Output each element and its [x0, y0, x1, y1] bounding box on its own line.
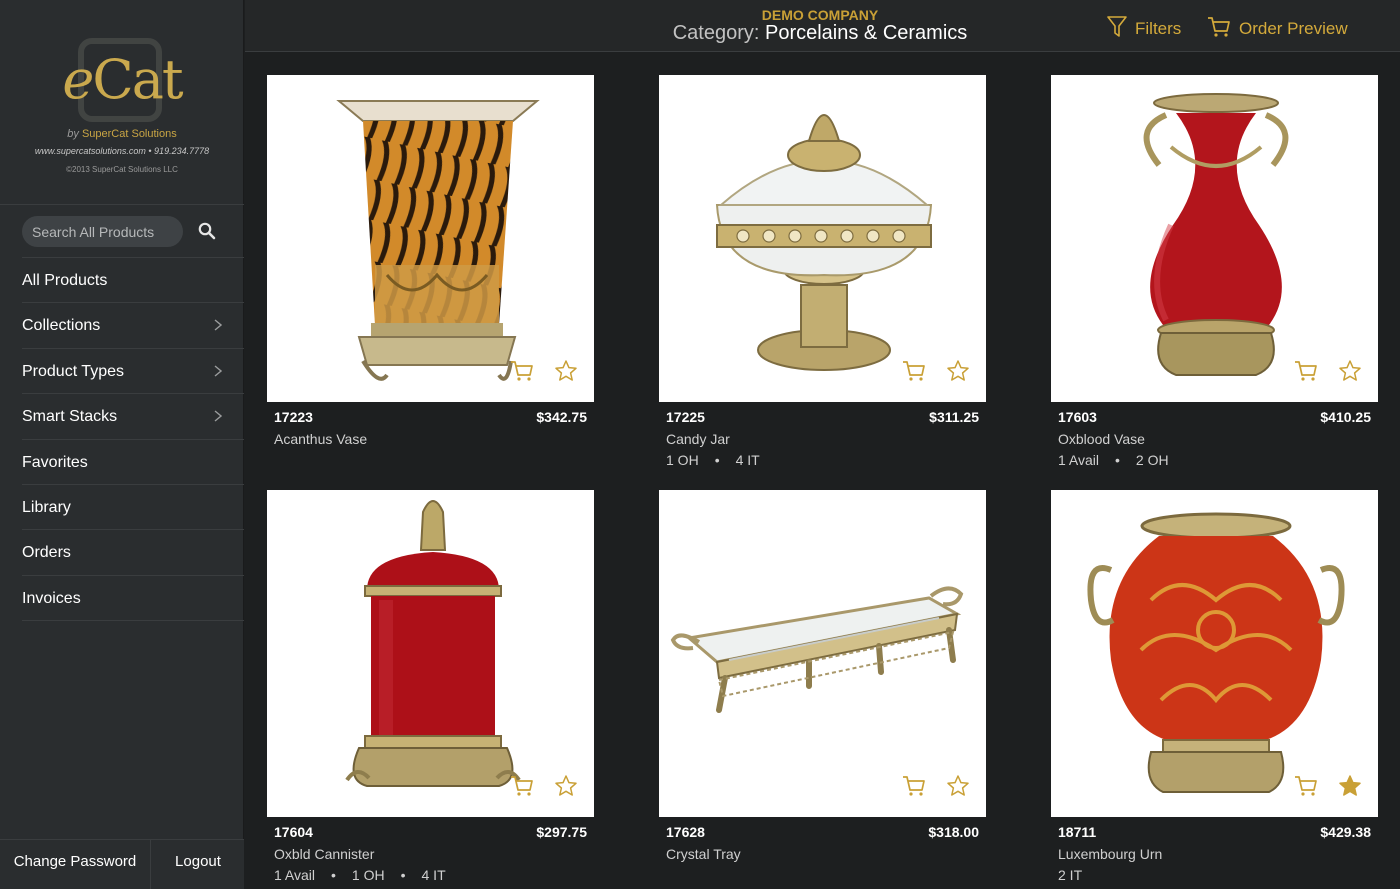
oxblood-vase-image: [1143, 93, 1289, 376]
sidebar-item-label: Orders: [22, 544, 71, 562]
candy-jar-image: [715, 114, 933, 371]
favorite-star-icon[interactable]: [1338, 359, 1362, 383]
top-header: DEMO COMPANY Category: Porcelains & Cera…: [245, 0, 1400, 52]
logo-copyright: ©2013 SuperCat Solutions LLC: [66, 165, 178, 174]
sidebar-nav: All Products Collections Product Types Smar…: [22, 258, 244, 622]
add-to-cart-icon[interactable]: [1294, 775, 1318, 797]
oxbld-cannister-image: [345, 500, 521, 787]
sidebar-item-orders[interactable]: Orders: [22, 530, 244, 576]
product-image[interactable]: [659, 75, 986, 402]
add-to-cart-icon[interactable]: [902, 360, 926, 382]
product-sku: 17603: [1058, 409, 1097, 425]
sidebar-item-invoices[interactable]: Invoices: [22, 576, 244, 622]
crystal-tray-image: [670, 586, 964, 713]
category-name: Porcelains & Ceramics: [764, 22, 968, 44]
product-image[interactable]: [267, 490, 594, 817]
sidebar: eCat by SuperCat Solutions www.supercats…: [0, 0, 244, 889]
sidebar-item-label: Collections: [22, 317, 101, 335]
availability: 1 OH • 4 IT: [666, 452, 760, 468]
logo-contact: www.supercatsolutions.com • 919.234.7778: [34, 146, 210, 156]
add-to-cart-icon[interactable]: [902, 775, 926, 797]
product-price: $342.75: [536, 409, 587, 425]
availability: 1 Avail • 1 OH • 4 IT: [274, 867, 446, 883]
sidebar-item-label: Product Types: [22, 362, 124, 380]
sidebar-item-library[interactable]: Library: [22, 485, 244, 531]
change-password-button[interactable]: Change Password: [0, 840, 151, 889]
logo-byline: by SuperCat Solutions: [67, 128, 177, 140]
product-name: Candy Jar: [666, 431, 730, 447]
product-sku: 17223: [274, 409, 313, 425]
favorite-star-icon[interactable]: [946, 359, 970, 383]
product-name: Acanthus Vase: [274, 431, 368, 447]
filters-button[interactable]: Filters: [1107, 16, 1181, 40]
ecat-app: eCat by SuperCat Solutions www.supercats…: [0, 0, 1400, 889]
favorite-star-icon[interactable]: [946, 774, 970, 798]
availability: 2 IT: [1058, 867, 1083, 883]
product-sku: 17604: [274, 824, 313, 840]
availability: 1 Avail • 2 OH: [1058, 452, 1169, 468]
favorite-star-icon[interactable]: [554, 774, 578, 798]
sidebar-item-product-types[interactable]: Product Types: [22, 349, 244, 395]
product-image[interactable]: [1051, 490, 1378, 817]
add-to-cart-icon[interactable]: [510, 775, 534, 797]
sidebar-item-favorites[interactable]: Favorites: [22, 440, 244, 485]
product-sku: 17225: [666, 409, 705, 425]
product-name: Oxblood Vase: [1058, 431, 1145, 447]
product-image[interactable]: [659, 490, 986, 817]
search-input[interactable]: Search All Products: [22, 216, 183, 247]
sidebar-item-label: All Products: [22, 272, 108, 289]
acanthus-vase-image: [336, 100, 540, 381]
chevron-right-icon: [214, 319, 222, 331]
cart-icon: [1208, 17, 1230, 37]
product-sku: 17628: [666, 824, 705, 840]
product-image[interactable]: [267, 75, 594, 402]
luxembourg-urn-image: [1087, 512, 1345, 793]
product-price: $311.25: [929, 409, 979, 425]
product-name: Oxbld Cannister: [274, 846, 375, 862]
product-image[interactable]: [1051, 75, 1378, 402]
chevron-right-icon: [214, 410, 222, 422]
logout-button[interactable]: Logout: [152, 840, 244, 889]
product-price: $297.75: [536, 824, 587, 840]
sidebar-item-label: Library: [22, 498, 71, 516]
order-preview-button[interactable]: Order Preview: [1207, 16, 1348, 40]
sidebar-item-label: Favorites: [22, 453, 88, 471]
add-to-cart-icon[interactable]: [1294, 360, 1318, 382]
filter-icon: [1107, 16, 1127, 37]
chevron-right-icon: [214, 365, 222, 377]
favorite-star-icon[interactable]: [554, 359, 578, 383]
add-to-cart-icon[interactable]: [510, 360, 534, 382]
sidebar-item-smart-stacks[interactable]: Smart Stacks: [22, 394, 244, 440]
account-bar: Change Password Logout: [0, 839, 244, 889]
logo-wordmark: eCat: [62, 48, 183, 111]
product-price: $318.00: [928, 824, 979, 840]
sidebar-item-label: Smart Stacks: [22, 408, 118, 426]
ecat-logo: eCat by SuperCat Solutions www.supercats…: [0, 0, 244, 205]
sidebar-item-collections[interactable]: Collections: [22, 303, 244, 349]
category-label: Category:: [672, 22, 760, 44]
sidebar-item-label: Invoices: [22, 589, 81, 607]
sidebar-item-all-products[interactable]: All Products: [22, 258, 244, 304]
product-price: $429.38: [1320, 824, 1371, 840]
product-name: Luxembourg Urn: [1058, 846, 1163, 862]
product-name: Crystal Tray: [666, 846, 741, 862]
favorite-star-filled-icon[interactable]: [1338, 774, 1362, 798]
product-sku: 18711: [1058, 824, 1097, 840]
product-grid: 17223 $342.75 Acanthus Vase 17225 $311.2…: [245, 53, 1400, 889]
search-icon[interactable]: [197, 221, 217, 241]
product-price: $410.25: [1320, 409, 1371, 425]
